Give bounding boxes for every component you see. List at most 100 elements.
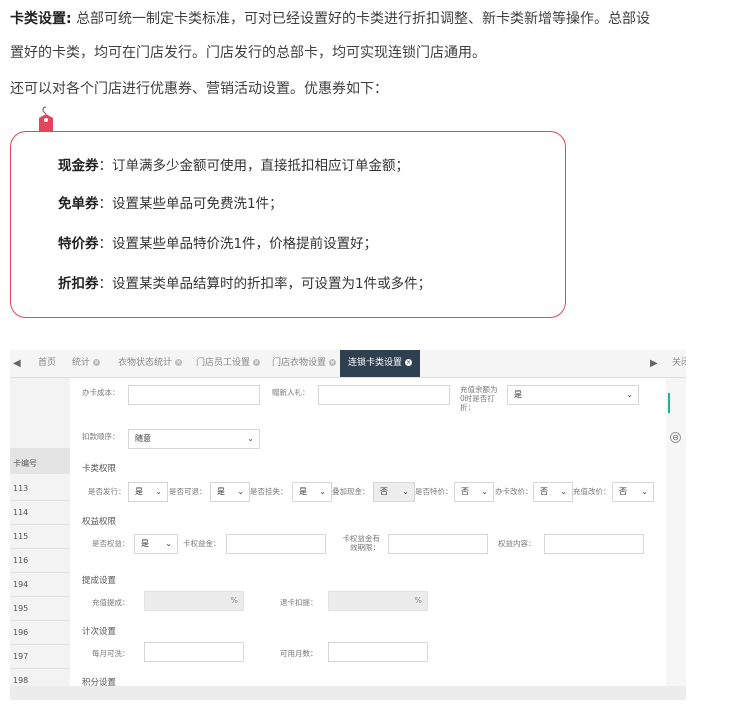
deduct-order-select[interactable]: 随意 ⌄ xyxy=(128,429,260,449)
coupon-name: 现金券 xyxy=(58,158,99,174)
benefit-content-input[interactable] xyxy=(544,534,644,554)
row-divider xyxy=(10,500,70,501)
close-icon[interactable]: × xyxy=(175,359,183,366)
coupon-desc: ：设置某些单品可免费洗1件； xyxy=(98,196,283,212)
card-discount-select[interactable]: 否 ⌄ xyxy=(533,482,573,502)
issuable-label: 是否发行： xyxy=(88,487,126,496)
card-cost-input[interactable] xyxy=(128,385,260,405)
tab-prev-icon[interactable]: ◀ xyxy=(13,350,21,377)
select-value: 是 xyxy=(299,487,307,496)
card-number[interactable]: 196 xyxy=(13,628,28,637)
paragraph-card-setup: 卡类设置: 总部可统一制定卡类标准，可对已经设置好的卡类进行折扣调整、新卡类新增… xyxy=(10,9,650,29)
chevron-down-icon: ⌄ xyxy=(165,539,172,548)
issuable-select[interactable]: 是 ⌄ xyxy=(128,482,168,502)
tab-bar: ◀ 首页 统计 × 衣物状态统计 × 门店员工设置 × 门店衣物设置 × 连锁卡类设置 ×… xyxy=(10,350,686,378)
tab-clothes-status[interactable]: 衣物状态统计 × xyxy=(118,350,183,377)
row-divider xyxy=(10,548,70,549)
monthly-wash-input[interactable] xyxy=(144,642,244,662)
close-icon[interactable]: × xyxy=(405,359,413,366)
card-number[interactable]: 197 xyxy=(13,652,28,661)
select-value: 否 xyxy=(380,487,388,496)
tab-label: 衣物状态统计 xyxy=(118,358,173,368)
benefit-amount-input[interactable] xyxy=(226,534,326,554)
app-screenshot: ◀ 首页 统计 × 衣物状态统计 × 门店员工设置 × 门店衣物设置 × 连锁卡类设置 ×… xyxy=(10,350,686,700)
chevron-down-icon: ⌄ xyxy=(155,487,162,496)
row-divider xyxy=(10,668,70,669)
count-title: 计次设置 xyxy=(82,627,117,637)
add-cash-label: 叠加现金： xyxy=(332,487,370,496)
bottom-scroll-area xyxy=(10,686,686,700)
card-number[interactable]: 116 xyxy=(13,556,28,565)
card-number[interactable]: 114 xyxy=(13,508,28,517)
monthly-wash-label: 每月可洗： xyxy=(92,649,130,658)
card-number[interactable]: 198 xyxy=(13,676,28,685)
card-cost-label: 办卡成本： xyxy=(82,388,120,397)
deduct-order-label: 扣款顺序： xyxy=(82,432,120,441)
lost-select[interactable]: 是 ⌄ xyxy=(292,482,332,502)
refundable-select[interactable]: 是 ⌄ xyxy=(210,482,250,502)
recharge-zero-discount-select[interactable]: 是 ⌄ xyxy=(507,385,639,405)
row-divider xyxy=(10,524,70,525)
refundable-label: 是否可退： xyxy=(169,487,207,496)
paragraph-card-issue: 置好的卡类，均可在门店发行。门店发行的总部卡，均可实现连锁门店通用。 xyxy=(10,45,486,61)
select-value: 否 xyxy=(540,487,548,496)
benefit-valid-input[interactable] xyxy=(388,534,488,554)
percent-unit: % xyxy=(414,596,422,605)
chevron-down-icon: ⌄ xyxy=(641,487,648,496)
benefit-valid-label: 卡权益金有效期限： xyxy=(342,534,381,552)
coupon-item: 免单券：设置某些单品可免费洗1件； xyxy=(58,192,283,212)
chevron-down-icon: ⌄ xyxy=(247,434,254,443)
row-divider xyxy=(10,572,70,573)
coupon-box: 现金券：订单满多少金额可使用，直接抵扣相应订单金额； 免单券：设置某些单品可免费… xyxy=(10,131,566,318)
coupon-name: 折扣券 xyxy=(58,276,99,292)
paragraph-coupon-intro: 还可以对各个门店进行优惠券、营销活动设置。优惠券如下： xyxy=(10,81,388,97)
lost-label: 是否挂失： xyxy=(250,487,288,496)
row-divider xyxy=(10,596,70,597)
row-divider xyxy=(10,644,70,645)
card-list-column: 卡编号 113 114 115 116 194 195 196 197 198 xyxy=(10,378,70,700)
tab-clothes[interactable]: 门店衣物设置 × xyxy=(272,350,337,377)
close-icon[interactable]: × xyxy=(253,359,261,366)
special-price-select[interactable]: 否 ⌄ xyxy=(454,482,494,502)
tab-staff[interactable]: 门店员工设置 × xyxy=(196,350,261,377)
recharge-discount-select[interactable]: 否 ⌄ xyxy=(612,482,654,502)
gift-input[interactable] xyxy=(318,385,450,405)
tab-label: 统计 xyxy=(72,358,91,368)
select-value: 是 xyxy=(141,539,149,548)
close-icon[interactable]: × xyxy=(329,359,337,366)
chevron-down-icon: ⌄ xyxy=(402,487,409,496)
chevron-down-icon: ⌄ xyxy=(560,487,567,496)
tab-stats[interactable]: 统计 × xyxy=(72,350,101,377)
card-discount-label: 办卡改价： xyxy=(495,487,533,496)
has-benefit-select[interactable]: 是 ⌄ xyxy=(134,534,178,554)
print-icon[interactable]: ⊖ xyxy=(670,432,681,443)
close-tabs-button[interactable]: 关闭 xyxy=(672,350,686,377)
recharge-commission-input[interactable]: % xyxy=(144,591,244,611)
tab-card-setup[interactable]: 连锁卡类设置 × xyxy=(340,350,421,377)
card-number[interactable]: 115 xyxy=(13,532,28,541)
select-value: 否 xyxy=(461,487,469,496)
months-label: 可用月数： xyxy=(280,649,318,658)
tab-next-icon[interactable]: ▶ xyxy=(650,350,658,377)
refund-deduct-input[interactable]: % xyxy=(328,591,428,611)
card-number-header: 卡编号 xyxy=(13,459,37,468)
card-setup-form: 办卡成本： 赠新人礼： 充值余额为0时是否打折： 是 ⌄ 扣款顺序： 随意 ⌄ 卡类… xyxy=(70,378,666,700)
right-toolbar: ⊖ xyxy=(666,378,686,700)
months-input[interactable] xyxy=(328,642,428,662)
card-number[interactable]: 194 xyxy=(13,580,28,589)
coupon-item: 特价券：设置某些单品特价洗1件，价格提前设置好； xyxy=(58,232,377,252)
card-setup-text: 总部可统一制定卡类标准，可对已经设置好的卡类进行折扣调整、新卡类新增等操作。总部… xyxy=(76,11,651,27)
add-cash-select[interactable]: 否 ⌄ xyxy=(373,482,415,502)
coupon-name: 特价券 xyxy=(58,236,99,252)
chevron-down-icon: ⌄ xyxy=(626,390,633,399)
tab-home[interactable]: 首页 xyxy=(38,350,56,377)
coupon-desc: ：订单满多少金额可使用，直接抵扣相应订单金额； xyxy=(98,158,410,174)
coupon-desc: ：设置某类单品结算时的折扣率，可设置为1件或多件； xyxy=(98,276,432,292)
coupon-name: 免单券 xyxy=(58,196,99,212)
tab-label: 门店衣物设置 xyxy=(272,358,327,368)
close-icon[interactable]: × xyxy=(93,359,101,366)
benefit-amount-label: 卡权益金： xyxy=(183,539,221,548)
coupon-item: 现金券：订单满多少金额可使用，直接抵扣相应订单金额； xyxy=(58,154,409,174)
card-number[interactable]: 195 xyxy=(13,604,28,613)
card-number[interactable]: 113 xyxy=(13,484,28,493)
